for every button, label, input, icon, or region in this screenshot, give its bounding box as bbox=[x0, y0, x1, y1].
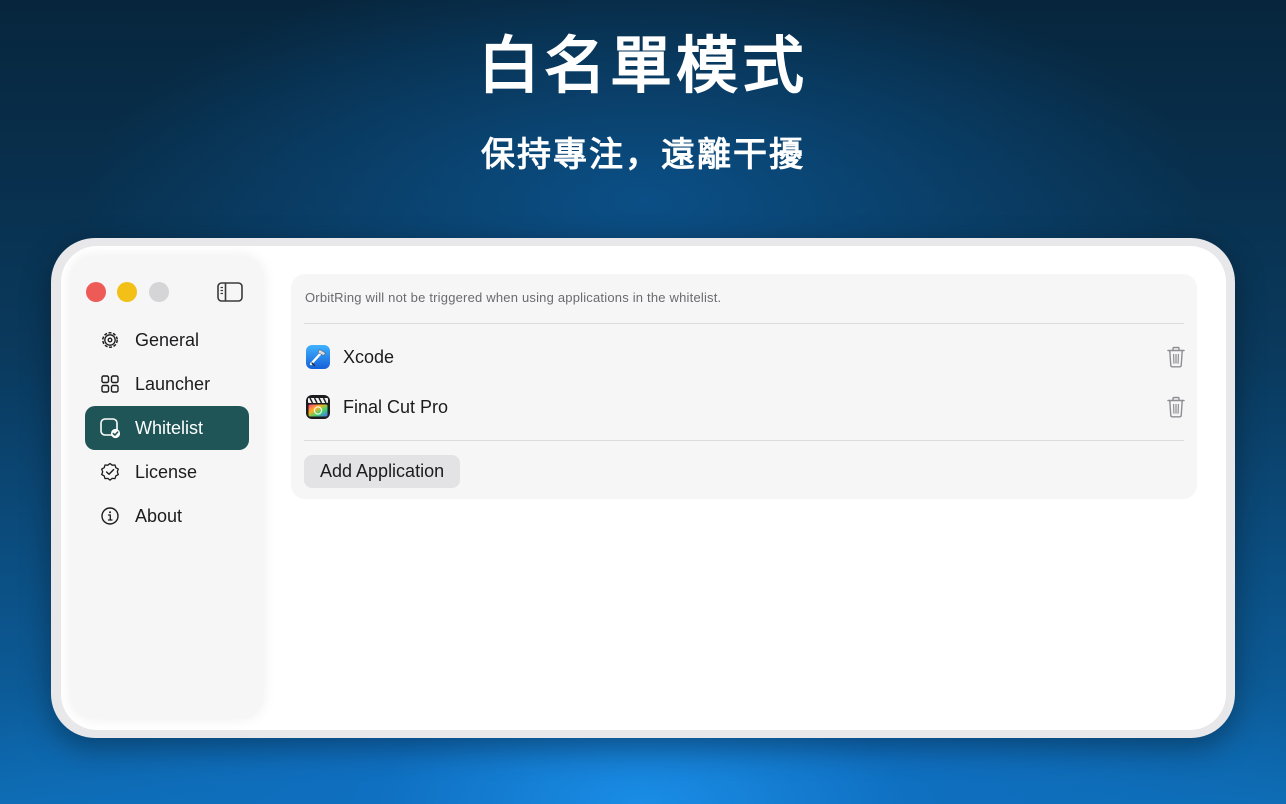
whitelist-card: OrbitRing will not be triggered when usi… bbox=[291, 274, 1197, 499]
trash-icon[interactable] bbox=[1165, 395, 1187, 419]
sidebar-item-label: License bbox=[135, 461, 198, 482]
close-window-button[interactable] bbox=[86, 282, 106, 302]
sidebar-nav: General Launcher Whitelist License About bbox=[85, 318, 249, 538]
sidebar-item-general[interactable]: General bbox=[85, 318, 249, 362]
settings-window: General Launcher Whitelist License About… bbox=[61, 246, 1226, 730]
final-cut-pro-app-icon bbox=[306, 395, 330, 419]
app-name: Final Cut Pro bbox=[343, 396, 449, 417]
sidebar-item-label: Whitelist bbox=[135, 417, 204, 438]
grid-icon bbox=[99, 373, 121, 395]
xcode-app-icon bbox=[306, 345, 330, 369]
hero-subtitle: 保持專注，遠離干擾 bbox=[481, 135, 805, 175]
sidebar-item-label: General bbox=[135, 329, 200, 350]
trash-icon[interactable] bbox=[1165, 345, 1187, 369]
add-application-button[interactable]: Add Application bbox=[304, 455, 461, 488]
device-frame: General Launcher Whitelist License About… bbox=[51, 238, 1235, 738]
zoom-window-button[interactable] bbox=[149, 282, 169, 302]
divider bbox=[304, 440, 1184, 441]
sidebar-item-label: About bbox=[135, 505, 183, 526]
hero-title: 白名單模式 bbox=[477, 29, 808, 102]
divider bbox=[304, 323, 1184, 324]
app-name: Xcode bbox=[343, 346, 395, 367]
sidebar-item-about[interactable]: About bbox=[85, 494, 249, 538]
minimize-window-button[interactable] bbox=[117, 282, 137, 302]
whitelist-icon bbox=[99, 417, 121, 439]
whitelist-hint: OrbitRing will not be triggered when usi… bbox=[305, 290, 722, 305]
sidebar-item-license[interactable]: License bbox=[85, 450, 249, 494]
gear-icon bbox=[99, 329, 121, 351]
sidebar-item-label: Launcher bbox=[135, 373, 211, 394]
list-item: Xcode bbox=[305, 340, 1187, 374]
sidebar-item-launcher[interactable]: Launcher bbox=[85, 362, 249, 406]
sidebar: General Launcher Whitelist License About bbox=[71, 256, 263, 718]
info-icon bbox=[99, 505, 121, 527]
badge-check-icon bbox=[99, 461, 121, 483]
list-item: Final Cut Pro bbox=[305, 390, 1187, 424]
sidebar-item-whitelist[interactable]: Whitelist bbox=[85, 406, 249, 450]
sidebar-toggle-icon[interactable] bbox=[217, 282, 243, 302]
